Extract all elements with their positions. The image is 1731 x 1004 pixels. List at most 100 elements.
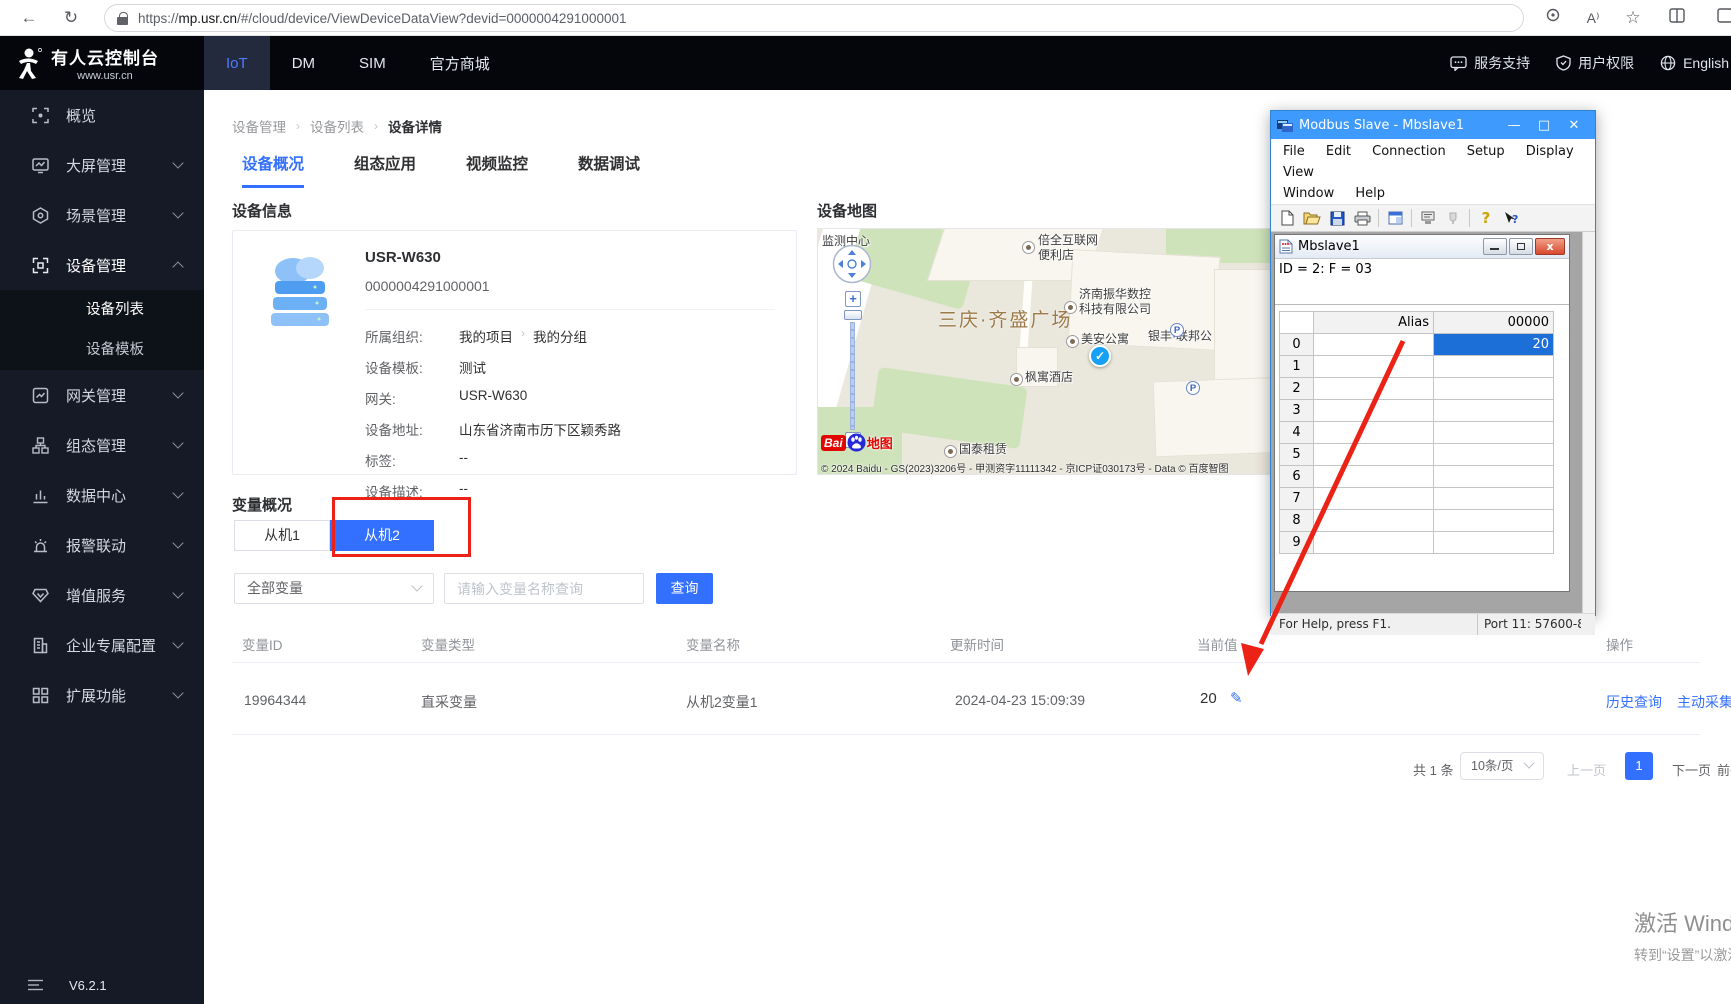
breadcrumb-device-list[interactable]: 设备列表 <box>310 116 364 136</box>
sidebar-item-extension[interactable]: 扩展功能 <box>0 670 204 720</box>
variable-type-select[interactable]: 全部变量 <box>234 573 434 604</box>
value-cell-selected[interactable]: 20 <box>1434 334 1554 356</box>
display-setup-icon[interactable] <box>1386 209 1404 227</box>
more-tools-icon[interactable] <box>1712 6 1731 30</box>
tab-device-overview[interactable]: 设备概况 <box>242 152 304 188</box>
tab-data-debug[interactable]: 数据调试 <box>578 152 640 188</box>
variable-search-input[interactable] <box>444 573 644 604</box>
value-cell[interactable] <box>1434 466 1554 488</box>
close-button[interactable]: ✕ <box>1559 118 1589 133</box>
maximize-button[interactable]: □ <box>1529 118 1559 133</box>
menu-setup[interactable]: Setup <box>1459 142 1513 161</box>
context-help-icon[interactable]: ? <box>1502 209 1520 227</box>
sidebar-item-device[interactable]: 设备管理 <box>0 240 204 290</box>
nav-tab-iot[interactable]: IoT <box>204 36 270 90</box>
doc-restore-button[interactable] <box>1509 238 1533 255</box>
permissions-link[interactable]: 用户权限 <box>1556 53 1634 73</box>
nav-tab-mall[interactable]: 官方商城 <box>408 36 512 90</box>
menu-help[interactable]: Help <box>1347 184 1393 203</box>
value-cell[interactable] <box>1434 488 1554 510</box>
help-icon[interactable]: ? <box>1477 209 1495 227</box>
alias-cell[interactable] <box>1314 532 1434 554</box>
page-1-button[interactable]: 1 <box>1625 752 1653 780</box>
query-button[interactable]: 查询 <box>656 573 713 604</box>
modbus-slave-window[interactable]: Modbus Slave - Mbslave1 — □ ✕ File Edit … <box>1270 110 1596 616</box>
slave1-tab[interactable]: 从机1 <box>234 520 330 551</box>
history-query-link[interactable]: 历史查询 <box>1606 692 1662 712</box>
logo[interactable]: 有人云控制台 www.usr.cn <box>0 36 204 90</box>
menu-file[interactable]: File <box>1275 142 1313 161</box>
value-cell[interactable] <box>1434 532 1554 554</box>
value-cell[interactable] <box>1434 422 1554 444</box>
value-cell[interactable] <box>1434 356 1554 378</box>
print-icon[interactable] <box>1353 209 1371 227</box>
minimize-button[interactable]: — <box>1499 118 1529 133</box>
read-aloud-icon[interactable]: A⁾ <box>1580 6 1606 30</box>
sidebar-item-screen[interactable]: 大屏管理 <box>0 140 204 190</box>
language-switch[interactable]: English <box>1660 55 1729 71</box>
map-zoom-in-button[interactable]: + <box>845 291 861 307</box>
mbslave1-document-window[interactable]: Mbslave1 x ID = 2: F = 03 Alias 00000 02… <box>1274 234 1570 592</box>
address-bar[interactable]: https://mp.usr.cn/#/cloud/device/ViewDev… <box>104 4 1524 32</box>
alias-cell[interactable] <box>1314 466 1434 488</box>
refresh-icon[interactable]: ↻ <box>58 6 84 30</box>
device-location-marker[interactable]: ✓ <box>1089 345 1111 367</box>
sidebar-item-data-center[interactable]: 数据中心 <box>0 470 204 520</box>
menu-view[interactable]: View <box>1275 163 1322 182</box>
value-cell[interactable] <box>1434 510 1554 532</box>
client-scrollbar[interactable] <box>1582 232 1595 613</box>
next-page-button[interactable]: 下一页 <box>1672 760 1711 779</box>
nav-tab-sim[interactable]: SIM <box>337 36 408 90</box>
menu-edit[interactable]: Edit <box>1318 142 1359 161</box>
doc-minimize-button[interactable] <box>1483 238 1507 255</box>
sidebar-item-scene[interactable]: 场景管理 <box>0 190 204 240</box>
prev-page-button[interactable]: 上一页 <box>1567 760 1606 779</box>
comm-log-icon[interactable] <box>1419 209 1437 227</box>
menu-window[interactable]: Window <box>1275 184 1342 203</box>
edit-value-icon[interactable]: ✎ <box>1230 689 1243 707</box>
tab-video-monitor[interactable]: 视频监控 <box>466 152 528 188</box>
split-screen-icon[interactable] <box>1664 6 1690 30</box>
alias-cell[interactable] <box>1314 488 1434 510</box>
active-collect-link[interactable]: 主动采集 <box>1677 692 1731 712</box>
tab-scada-app[interactable]: 组态应用 <box>354 152 416 188</box>
back-icon[interactable]: ← <box>16 6 42 30</box>
value-cell[interactable] <box>1434 444 1554 466</box>
sidebar-item-device-template[interactable]: 设备模板 <box>0 330 204 370</box>
sidebar-item-device-list[interactable]: 设备列表 <box>0 290 204 330</box>
save-icon[interactable] <box>1328 209 1346 227</box>
breadcrumb-device-management[interactable]: 设备管理 <box>232 116 286 136</box>
alias-cell[interactable] <box>1314 356 1434 378</box>
value-cell[interactable] <box>1434 378 1554 400</box>
map-zoom-slider-handle[interactable] <box>844 310 862 320</box>
alias-cell[interactable] <box>1314 422 1434 444</box>
sidebar-item-overview[interactable]: 概览 <box>0 90 204 140</box>
nav-tab-dm[interactable]: DM <box>270 36 337 90</box>
favorites-star-icon[interactable]: ☆ <box>1620 6 1646 30</box>
alias-cell[interactable] <box>1314 444 1434 466</box>
support-link[interactable]: 服务支持 <box>1450 53 1530 73</box>
org-project[interactable]: 我的项目 <box>459 326 513 346</box>
value-cell[interactable] <box>1434 400 1554 422</box>
alias-cell[interactable] <box>1314 378 1434 400</box>
open-folder-icon[interactable] <box>1303 209 1321 227</box>
menu-connection[interactable]: Connection <box>1364 142 1454 161</box>
sidebar-item-gateway[interactable]: 网关管理 <box>0 370 204 420</box>
location-icon[interactable] <box>1540 6 1566 30</box>
alias-cell[interactable] <box>1314 510 1434 532</box>
menu-display[interactable]: Display <box>1518 142 1582 161</box>
map-pan-control[interactable] <box>832 244 872 284</box>
alias-cell[interactable] <box>1314 334 1434 356</box>
baidu-map[interactable]: 监测中心 倍全互联网便利店 济南振华数控科技有限公司 银丰·联邦公 三庆·齐盛广… <box>817 228 1282 475</box>
new-file-icon[interactable] <box>1278 209 1296 227</box>
register-grid[interactable]: Alias 00000 020 1 2 3 4 5 6 7 8 9 <box>1279 311 1554 554</box>
org-group[interactable]: 我的分组 <box>533 326 587 346</box>
comm-disabled-icon[interactable] <box>1444 209 1462 227</box>
map-zoom-track[interactable] <box>850 322 855 430</box>
alias-cell[interactable] <box>1314 400 1434 422</box>
mbslave1-title-bar[interactable]: Mbslave1 x <box>1275 235 1569 259</box>
doc-close-button[interactable]: x <box>1535 238 1565 255</box>
page-size-select[interactable]: 10条/页 <box>1460 752 1544 780</box>
modbus-title-bar[interactable]: Modbus Slave - Mbslave1 — □ ✕ <box>1271 111 1595 139</box>
sidebar-item-enterprise[interactable]: 企业专属配置 <box>0 620 204 670</box>
